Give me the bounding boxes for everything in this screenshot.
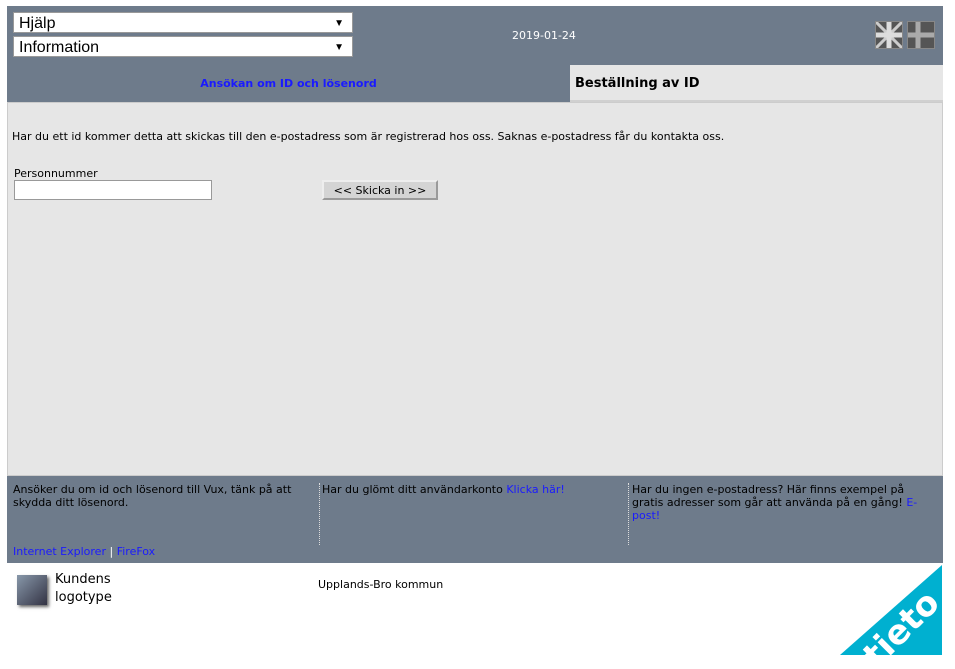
- submit-button[interactable]: << Skicka in >>: [322, 180, 438, 200]
- tab-order-id[interactable]: Beställning av ID: [570, 65, 943, 102]
- footer-email-tip: Har du ingen e-postadress? Här finns exe…: [632, 483, 932, 522]
- footer: Ansöker du om id och lösenord till Vux, …: [7, 476, 943, 563]
- footer-password-tip: Ansöker du om id och lösenord till Vux, …: [13, 483, 292, 509]
- help-select[interactable]: Hjälp ▼: [13, 12, 353, 33]
- date: 2019-01-24: [512, 29, 576, 42]
- help-select-value: Hjälp: [19, 15, 56, 32]
- info-select[interactable]: Information ▼: [13, 36, 353, 57]
- divider: [319, 483, 320, 545]
- link-separator: |: [109, 545, 114, 558]
- personnummer-input[interactable]: [14, 180, 212, 200]
- email-tip-text: Har du ingen e-postadress? Här finns exe…: [632, 483, 907, 509]
- divider: [628, 483, 629, 545]
- chevron-down-icon: ▼: [334, 18, 344, 29]
- customer-logo-text: Kundens logotype: [55, 571, 112, 607]
- swedish-flag-icon[interactable]: [907, 21, 935, 49]
- uk-flag-icon[interactable]: [874, 20, 904, 50]
- footer-forgot-account: Har du glömt ditt användarkonto Klicka h…: [322, 483, 622, 496]
- header: Hjälp ▼ Information ▼ 2019-01-24 Ansökan o…: [7, 6, 943, 102]
- municipality-name: Upplands-Bro kommun: [318, 578, 444, 591]
- forgot-text: Har du glömt ditt användarkonto: [322, 483, 507, 496]
- main-panel: Har du ett id kommer detta att skickas t…: [7, 102, 943, 476]
- click-here-link[interactable]: Klicka här!: [506, 483, 564, 496]
- logo-text-line2: logotype: [55, 590, 112, 605]
- personnummer-label: Personnummer: [14, 167, 98, 180]
- logo-text-line1: Kundens: [55, 572, 111, 587]
- internet-explorer-link[interactable]: Internet Explorer: [13, 545, 106, 558]
- browser-links: Internet Explorer | FireFox: [13, 545, 155, 558]
- firefox-link[interactable]: FireFox: [117, 545, 155, 558]
- tieto-logo: tieto: [840, 565, 942, 655]
- tab-application[interactable]: Ansökan om ID och lösenord: [7, 65, 570, 102]
- chevron-down-icon: ▼: [334, 42, 344, 53]
- intro-text: Har du ett id kommer detta att skickas t…: [12, 130, 725, 143]
- customer-logo: [17, 575, 47, 605]
- info-select-value: Information: [19, 39, 100, 56]
